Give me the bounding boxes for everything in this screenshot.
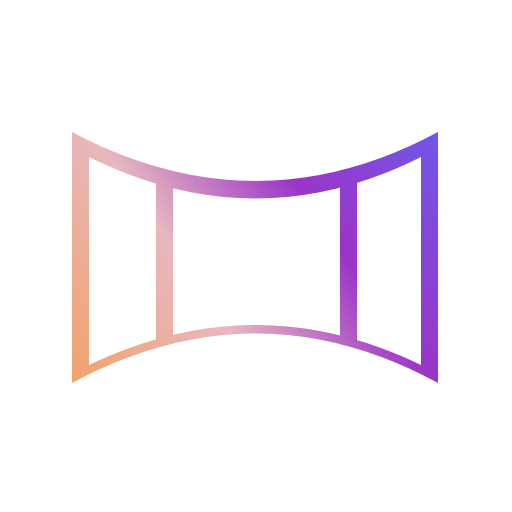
icon-canvas bbox=[0, 0, 512, 512]
panorama-right-divider bbox=[340, 132, 357, 383]
panorama-divider-group bbox=[156, 132, 357, 383]
panorama-left-divider bbox=[156, 132, 173, 383]
panorama-frame-outline bbox=[72, 132, 438, 383]
panorama-icon bbox=[72, 132, 438, 383]
